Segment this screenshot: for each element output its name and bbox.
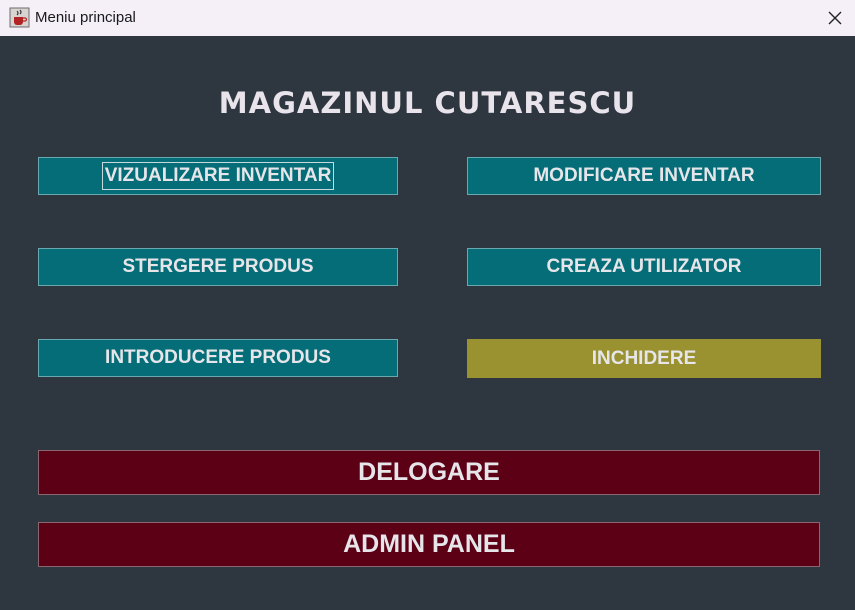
add-product-button[interactable]: INTRODUCERE PRODUS <box>38 339 398 377</box>
modify-inventory-label: MODIFICARE INVENTAR <box>533 165 755 186</box>
view-inventory-label: VIZUALIZARE INVENTAR <box>101 162 335 190</box>
store-heading: MAGAZINUL CUTARESCU <box>218 86 637 120</box>
close-icon <box>828 11 842 25</box>
main-panel: MAGAZINUL CUTARESCU VIZUALIZARE INVENTAR… <box>0 36 855 610</box>
delete-product-label: STERGERE PRODUS <box>122 256 314 277</box>
view-inventory-button[interactable]: VIZUALIZARE INVENTAR <box>38 157 398 195</box>
close-app-button[interactable]: INCHIDERE <box>467 339 821 378</box>
java-cup-icon <box>9 7 30 28</box>
close-window-button[interactable] <box>815 0 855 36</box>
delete-product-button[interactable]: STERGERE PRODUS <box>38 248 398 286</box>
admin-panel-label: ADMIN PANEL <box>343 530 515 558</box>
add-product-label: INTRODUCERE PRODUS <box>105 347 331 368</box>
logout-button[interactable]: DELOGARE <box>38 450 820 495</box>
create-user-button[interactable]: CREAZA UTILIZATOR <box>467 248 821 286</box>
modify-inventory-button[interactable]: MODIFICARE INVENTAR <box>467 157 821 195</box>
title-bar: Meniu principal <box>0 0 855 36</box>
logout-label: DELOGARE <box>358 458 500 486</box>
window-title: Meniu principal <box>35 9 136 26</box>
close-app-label: INCHIDERE <box>591 347 697 369</box>
create-user-label: CREAZA UTILIZATOR <box>546 256 742 277</box>
admin-panel-button[interactable]: ADMIN PANEL <box>38 522 820 567</box>
